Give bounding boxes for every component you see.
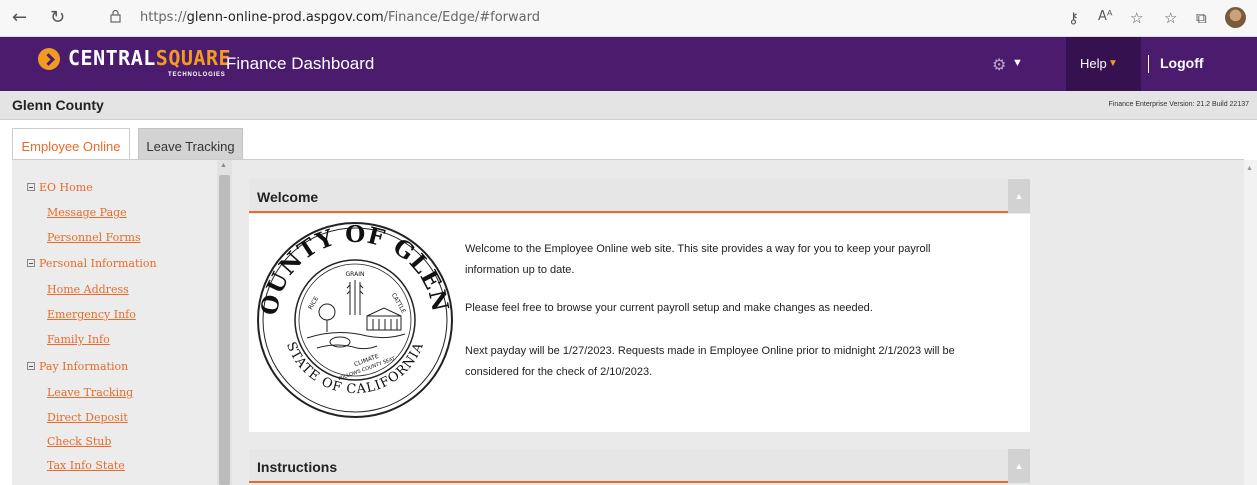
tab-employee-online[interactable]: Employee Online	[12, 128, 130, 160]
instructions-panel-title: Instructions	[257, 459, 338, 475]
sidebar-link-direct-deposit[interactable]: Direct Deposit	[47, 411, 128, 424]
collapse-icon[interactable]	[27, 183, 35, 191]
favorites-icon[interactable]: ☆	[1164, 9, 1177, 27]
sidebar-link-message-page[interactable]: Message Page	[47, 206, 127, 219]
welcome-paragraph-2: Please feel free to browse your current …	[465, 302, 873, 314]
header-divider	[1148, 55, 1149, 73]
welcome-panel-title: Welcome	[257, 189, 319, 205]
sidebar-section-personal-information[interactable]: Personal Information	[27, 257, 157, 270]
read-aloud-icon[interactable]: Aᴬ	[1098, 9, 1113, 24]
sidebar-section-pay-information[interactable]: Pay Information	[27, 360, 128, 373]
tab-label: Employee Online	[21, 139, 121, 154]
help-caret-icon[interactable]: ▼	[1108, 58, 1118, 69]
add-favorite-icon[interactable]: ☆	[1130, 9, 1143, 27]
collections-icon[interactable]: ⧉	[1196, 9, 1207, 27]
sidebar-link-home-address[interactable]: Home Address	[47, 283, 129, 296]
sidebar-link-emergency-info[interactable]: Emergency Info	[47, 308, 136, 321]
collapse-icon[interactable]	[27, 362, 35, 370]
welcome-paragraph-3: Next payday will be 1/27/2023. Requests …	[465, 345, 955, 378]
seal-inner-top: GRAIN	[346, 271, 365, 278]
sidebar-link-family-info[interactable]: Family Info	[47, 333, 110, 346]
county-seal: COUNTY OF GLENN STATE OF CALIFORNIA GRAI…	[255, 220, 453, 418]
profile-avatar[interactable]	[1225, 7, 1246, 28]
version-text: Finance Enterprise Version: 21.2 Build 2…	[1108, 101, 1249, 108]
key-icon[interactable]: ⚷	[1068, 9, 1079, 27]
sidebar-section-eo-home[interactable]: EO Home	[27, 181, 93, 194]
county-name: Glenn County	[12, 97, 104, 113]
brand-logo-subtitle: TECHNOLOGIES	[168, 72, 226, 78]
help-label[interactable]: Help	[1080, 56, 1107, 71]
logoff-button[interactable]: Logoff	[1160, 55, 1204, 71]
centralsquare-logo-icon	[38, 48, 60, 70]
chevron-down-icon[interactable]: ▼	[1012, 57, 1023, 69]
brand-logo-text: CENTRALSQUARE	[68, 46, 232, 70]
sidebar-scroll-thumb[interactable]	[219, 175, 230, 485]
sidebar-link-personnel-forms[interactable]: Personnel Forms	[47, 231, 141, 244]
welcome-panel-header	[249, 179, 1030, 213]
county-bar	[0, 91, 1257, 120]
welcome-paragraph-1: Welcome to the Employee Online web site.…	[465, 243, 931, 276]
sidebar-link-leave-tracking[interactable]: Leave Tracking	[47, 386, 133, 399]
refresh-icon[interactable]: ↻	[50, 8, 65, 28]
collapse-panel-button[interactable]: ▲	[1008, 179, 1030, 213]
tab-leave-tracking[interactable]: Leave Tracking	[138, 128, 243, 160]
scroll-up-icon[interactable]: ▲	[1246, 165, 1253, 172]
app-title: Finance Dashboard	[226, 54, 375, 73]
gear-icon[interactable]: ⚙	[992, 55, 1006, 74]
main-scrollbar[interactable]	[1244, 160, 1257, 485]
url-text: https://glenn-online-prod.aspgov.com/Fin…	[140, 10, 540, 25]
lock-icon	[110, 10, 121, 23]
instructions-panel-header	[249, 449, 1030, 483]
sidebar-link-check-stub[interactable]: Check Stub	[47, 435, 111, 448]
scroll-up-icon[interactable]: ▲	[220, 162, 227, 169]
sidebar-link-tax-info-state[interactable]: Tax Info State	[47, 459, 125, 472]
collapse-icon[interactable]	[27, 259, 35, 267]
back-arrow-icon[interactable]: ←	[12, 8, 27, 28]
tab-label: Leave Tracking	[146, 139, 235, 154]
collapse-panel-button[interactable]: ▲	[1008, 449, 1030, 483]
